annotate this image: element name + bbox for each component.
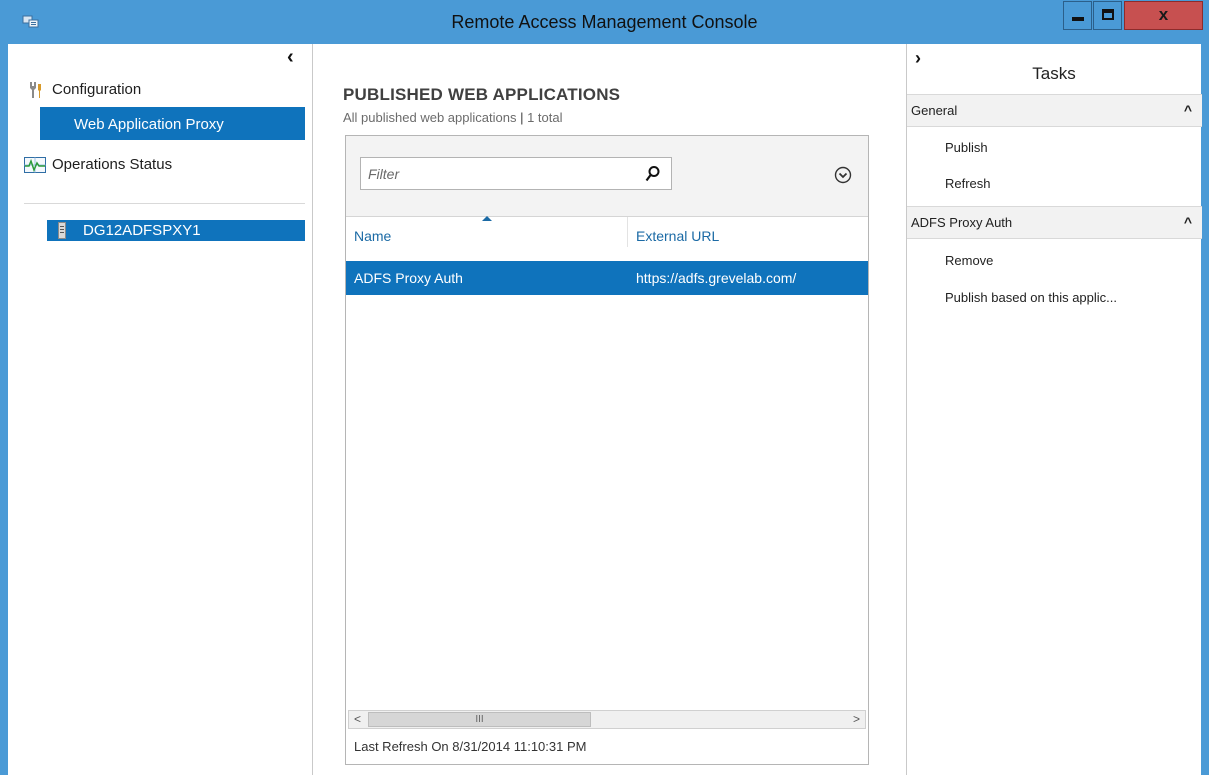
- maximize-button[interactable]: [1093, 1, 1122, 30]
- page-subtitle: All published web applications | 1 total: [343, 110, 563, 125]
- expand-options-icon[interactable]: [834, 166, 852, 184]
- column-separator[interactable]: [627, 217, 628, 247]
- tasks-pane: › Tasks General ^ Publish Refresh ADFS P…: [906, 44, 1202, 775]
- nav-configuration-label: Configuration: [52, 81, 142, 98]
- nav-item-server[interactable]: DG12ADFSPXY1: [47, 220, 305, 241]
- monitor-icon: [24, 157, 46, 173]
- horizontal-scrollbar[interactable]: < III >: [348, 710, 866, 729]
- filter-box[interactable]: [360, 157, 672, 190]
- applications-tile: Name External URL ADFS Proxy Auth https:…: [345, 135, 869, 765]
- task-publish-based-on-application[interactable]: Publish based on this applic...: [945, 290, 1117, 305]
- last-refresh-status: Last Refresh On 8/31/2014 11:10:31 PM: [354, 739, 587, 754]
- tile-footer: Last Refresh On 8/31/2014 11:10:31 PM: [346, 730, 868, 764]
- navigation-pane: ‹ Configuration Web Application Proxy Op…: [8, 44, 313, 775]
- chevron-up-icon[interactable]: ^: [1184, 102, 1192, 118]
- window-title: Remote Access Management Console: [451, 12, 758, 32]
- sort-ascending-icon: [482, 216, 492, 221]
- cell-external-url: https://adfs.grevelab.com/: [636, 270, 797, 286]
- minimize-icon: [1072, 17, 1084, 21]
- task-remove[interactable]: Remove: [945, 253, 993, 268]
- nav-web-application-proxy-label: Web Application Proxy: [74, 116, 224, 133]
- scrollbar-thumb[interactable]: III: [368, 712, 591, 727]
- main-pane: PUBLISHED WEB APPLICATIONS All published…: [313, 44, 906, 775]
- task-group-label: ADFS Proxy Auth: [911, 215, 1013, 230]
- task-publish[interactable]: Publish: [945, 140, 988, 155]
- filter-input[interactable]: [368, 164, 638, 184]
- table-header: Name External URL: [346, 216, 868, 261]
- maximize-icon: [1102, 9, 1114, 20]
- tasks-title: Tasks: [1032, 64, 1076, 83]
- scrollbar-grip-icon: III: [475, 714, 484, 725]
- close-button[interactable]: x: [1124, 1, 1203, 30]
- cell-name: ADFS Proxy Auth: [354, 270, 463, 286]
- chevron-up-icon[interactable]: ^: [1184, 214, 1192, 230]
- scroll-left-icon[interactable]: <: [349, 711, 366, 728]
- nav-operations-status-label: Operations Status: [52, 156, 173, 173]
- close-icon: x: [1158, 5, 1169, 24]
- page-title: PUBLISHED WEB APPLICATIONS: [343, 85, 621, 104]
- search-icon[interactable]: [645, 165, 661, 183]
- minimize-button[interactable]: [1063, 1, 1092, 30]
- nav-divider: [24, 203, 305, 204]
- scroll-right-icon[interactable]: >: [848, 711, 865, 728]
- title-bar[interactable]: Remote Access Management Console x: [0, 0, 1209, 44]
- task-group-adfs-proxy-auth[interactable]: ADFS Proxy Auth ^: [907, 206, 1202, 239]
- tools-icon: [30, 82, 41, 98]
- subtitle-count: 1 total: [527, 110, 563, 125]
- task-group-general[interactable]: General ^: [907, 94, 1202, 127]
- server-icon: [58, 222, 66, 239]
- app-window: Remote Access Management Console x ‹ Con…: [0, 0, 1209, 775]
- task-refresh[interactable]: Refresh: [945, 176, 991, 191]
- column-header-name[interactable]: Name: [354, 228, 391, 244]
- tile-header: [346, 136, 868, 217]
- nav-server-label: DG12ADFSPXY1: [83, 222, 201, 239]
- collapse-nav-chevron-icon[interactable]: ‹: [287, 46, 294, 69]
- nav-item-web-application-proxy[interactable]: Web Application Proxy: [40, 107, 305, 140]
- subtitle-separator: |: [520, 110, 524, 125]
- client-area: ‹ Configuration Web Application Proxy Op…: [8, 44, 1202, 775]
- table-row[interactable]: ADFS Proxy Auth https://adfs.grevelab.co…: [346, 261, 868, 295]
- column-header-external-url[interactable]: External URL: [636, 228, 719, 244]
- subtitle-description: All published web applications: [343, 110, 517, 125]
- task-group-label: General: [911, 103, 958, 118]
